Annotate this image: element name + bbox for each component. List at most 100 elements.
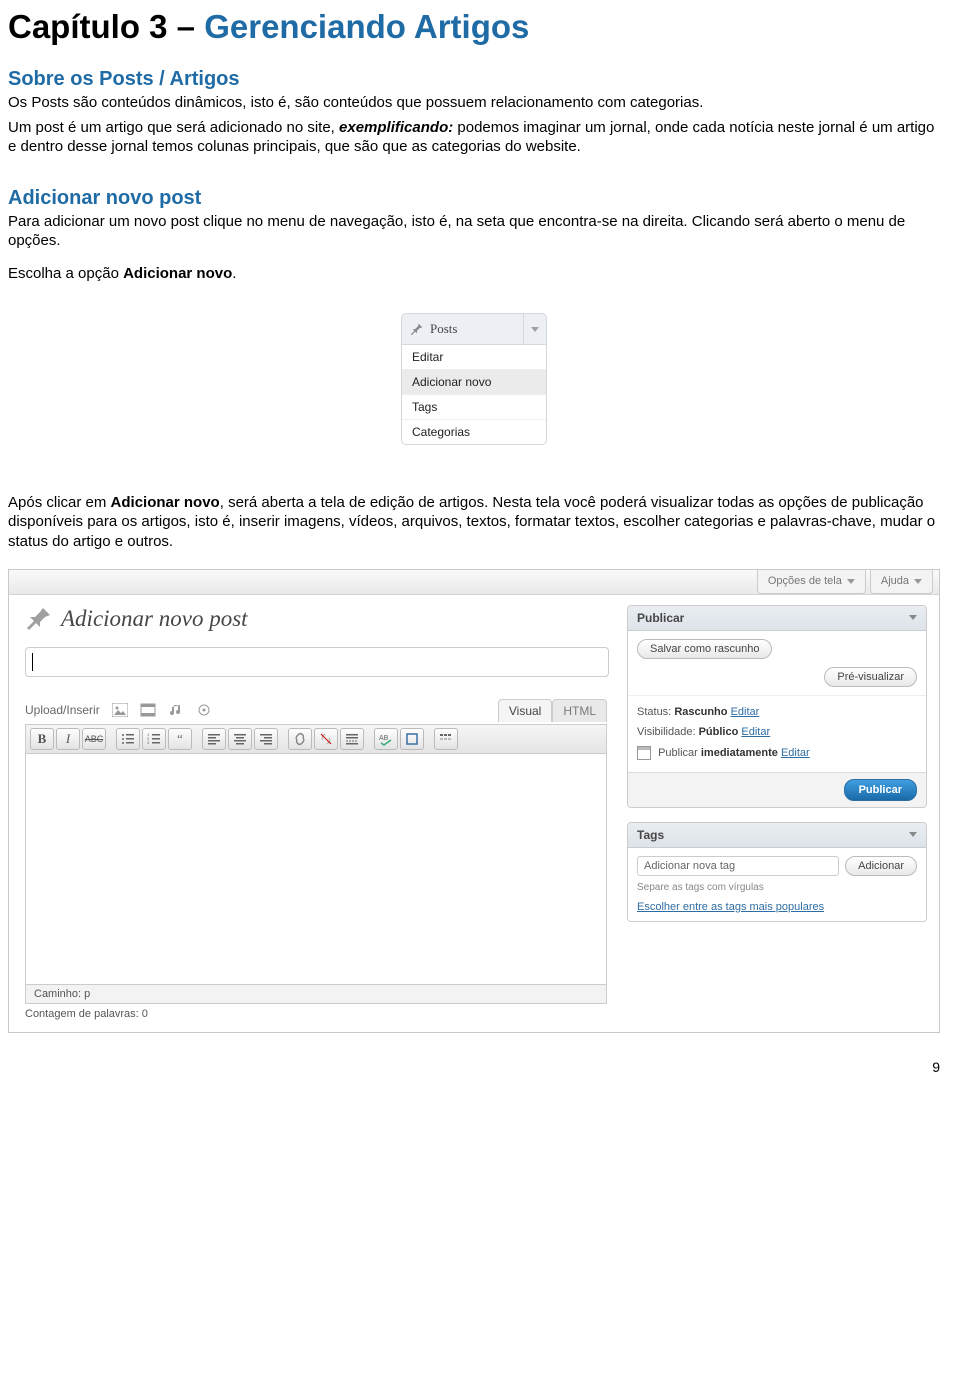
- chevron-down-icon: [909, 615, 917, 620]
- chapter-title: Capítulo 3 – Gerenciando Artigos: [8, 8, 940, 46]
- chevron-down-icon: [531, 327, 539, 332]
- chevron-down-icon: [914, 579, 922, 584]
- new-tag-input[interactable]: Adicionar nova tag: [637, 856, 839, 876]
- add-tag-button[interactable]: Adicionar: [845, 856, 917, 876]
- tab-visual[interactable]: Visual: [498, 699, 552, 722]
- add-video-icon[interactable]: [140, 703, 156, 717]
- save-draft-button[interactable]: Salvar como rascunho: [637, 639, 772, 659]
- editor-toolbar: B I ABC 123 “ AB: [25, 724, 607, 754]
- svg-text:3: 3: [147, 740, 150, 745]
- section1-para1: Os Posts são conteúdos dinâmicos, isto é…: [8, 93, 940, 112]
- chapter-name: Gerenciando Artigos: [204, 8, 529, 45]
- word-count: Contagem de palavras: 0: [25, 1004, 607, 1020]
- toolbar-ul[interactable]: [116, 728, 140, 750]
- toolbar-more[interactable]: [340, 728, 364, 750]
- publish-box-title: Publicar: [637, 611, 684, 625]
- editor-path: Caminho: p: [25, 985, 607, 1004]
- toolbar-quote[interactable]: “: [168, 728, 192, 750]
- toolbar-align-right[interactable]: [254, 728, 278, 750]
- editor-page-title-text: Adicionar novo post: [61, 606, 248, 632]
- section3-para: Após clicar em Adicionar novo, será aber…: [8, 493, 940, 551]
- add-media-icon[interactable]: [196, 703, 212, 717]
- menu-item-adicionar-novo[interactable]: Adicionar novo: [402, 370, 546, 395]
- upload-insert-row: Upload/Inserir: [25, 703, 212, 717]
- posts-menu-title: Posts: [430, 321, 457, 337]
- visibility-edit-link[interactable]: Editar: [741, 726, 770, 738]
- toolbar-unlink[interactable]: [314, 728, 338, 750]
- svg-text:AB: AB: [379, 735, 389, 742]
- text-caret: [32, 653, 33, 671]
- toolbar-ol[interactable]: 123: [142, 728, 166, 750]
- editor-mode-tabs: Visual HTML: [498, 699, 607, 722]
- chapter-prefix: Capítulo 3 –: [8, 8, 204, 45]
- editor-sidebar: Publicar Salvar como rascunho Pré-visual…: [623, 595, 939, 1032]
- menu-item-categorias[interactable]: Categorias: [402, 420, 546, 444]
- section2-para2: Escolha a opção Adicionar novo.: [8, 264, 940, 283]
- posts-menu-header[interactable]: Posts: [401, 313, 547, 345]
- calendar-icon: [637, 746, 651, 760]
- add-image-icon[interactable]: [112, 703, 128, 717]
- tags-box: Tags Adicionar nova tag Adicionar Separe…: [627, 822, 927, 922]
- section2-para2-a: Escolha a opção: [8, 265, 123, 282]
- editor-main-column: Adicionar novo post Upload/Inserir Visua…: [9, 595, 623, 1032]
- toolbar-bold[interactable]: B: [30, 728, 54, 750]
- toolbar-align-center[interactable]: [228, 728, 252, 750]
- posts-menu-screenshot: Posts Editar Adicionar novo Tags Categor…: [8, 313, 940, 445]
- editor-screenshot: Opções de tela Ajuda Adicionar novo post…: [8, 569, 940, 1033]
- publish-box-header[interactable]: Publicar: [628, 606, 926, 631]
- posts-menu-toggle[interactable]: [523, 314, 546, 344]
- visibility-label: Visibilidade:: [637, 726, 696, 738]
- chevron-down-icon: [909, 832, 917, 837]
- pin-icon: [25, 605, 53, 633]
- post-content-editor[interactable]: [25, 754, 607, 985]
- help-label: Ajuda: [881, 575, 909, 587]
- status-line: Status: Rascunho Editar: [637, 702, 917, 722]
- screen-options-tab[interactable]: Opções de tela: [757, 570, 866, 594]
- status-label: Status:: [637, 706, 671, 718]
- screen-options-label: Opções de tela: [768, 575, 842, 587]
- help-tab[interactable]: Ajuda: [870, 570, 933, 594]
- tab-html[interactable]: HTML: [552, 699, 607, 722]
- tags-box-title: Tags: [637, 828, 664, 842]
- section2-para2-bold: Adicionar novo: [123, 265, 232, 282]
- post-title-input[interactable]: [25, 647, 609, 677]
- schedule-a: Publicar: [658, 747, 701, 759]
- section2-heading: Adicionar novo post: [8, 187, 940, 210]
- publish-button[interactable]: Publicar: [844, 779, 917, 801]
- section1-para2: Um post é um artigo que será adicionado …: [8, 118, 940, 156]
- menu-item-tags[interactable]: Tags: [402, 395, 546, 420]
- status-edit-link[interactable]: Editar: [731, 706, 760, 718]
- posts-menu-body: Editar Adicionar novo Tags Categorias: [401, 345, 547, 445]
- upload-label: Upload/Inserir: [25, 703, 100, 717]
- section1-para2-a: Um post é um artigo que será adicionado …: [8, 119, 339, 136]
- section1-heading: Sobre os Posts / Artigos: [8, 68, 940, 91]
- schedule-b: imediatamente: [701, 747, 778, 759]
- toolbar-spellcheck[interactable]: AB: [374, 728, 398, 750]
- page-number: 9: [8, 1059, 940, 1075]
- menu-item-editar[interactable]: Editar: [402, 345, 546, 370]
- editor-page-title: Adicionar novo post: [25, 605, 607, 633]
- chevron-down-icon: [847, 579, 855, 584]
- section1-para2-em: exemplificando:: [339, 119, 453, 136]
- editor-topbar: Opções de tela Ajuda: [9, 570, 939, 595]
- toolbar-kitchen-sink[interactable]: [434, 728, 458, 750]
- toolbar-align-left[interactable]: [202, 728, 226, 750]
- section3-para-a: Após clicar em: [8, 494, 111, 511]
- tags-box-header[interactable]: Tags: [628, 823, 926, 848]
- toolbar-link[interactable]: [288, 728, 312, 750]
- tag-help-text: Separe as tags com vírgulas: [637, 882, 917, 893]
- status-value: Rascunho: [674, 706, 727, 718]
- pin-icon: [410, 322, 424, 336]
- add-audio-icon[interactable]: [168, 703, 184, 717]
- toolbar-fullscreen[interactable]: [400, 728, 424, 750]
- visibility-line: Visibilidade: Público Editar: [637, 722, 917, 742]
- popular-tags-link[interactable]: Escolher entre as tags mais populares: [637, 901, 917, 913]
- preview-button[interactable]: Pré-visualizar: [824, 667, 917, 687]
- toolbar-strike[interactable]: ABC: [82, 728, 106, 750]
- publish-box: Publicar Salvar como rascunho Pré-visual…: [627, 605, 927, 808]
- schedule-edit-link[interactable]: Editar: [781, 747, 810, 759]
- schedule-line: Publicar imediatamente Editar: [637, 742, 917, 764]
- toolbar-italic[interactable]: I: [56, 728, 80, 750]
- section2-para2-c: .: [232, 265, 236, 282]
- section3-para-bold: Adicionar novo: [111, 494, 220, 511]
